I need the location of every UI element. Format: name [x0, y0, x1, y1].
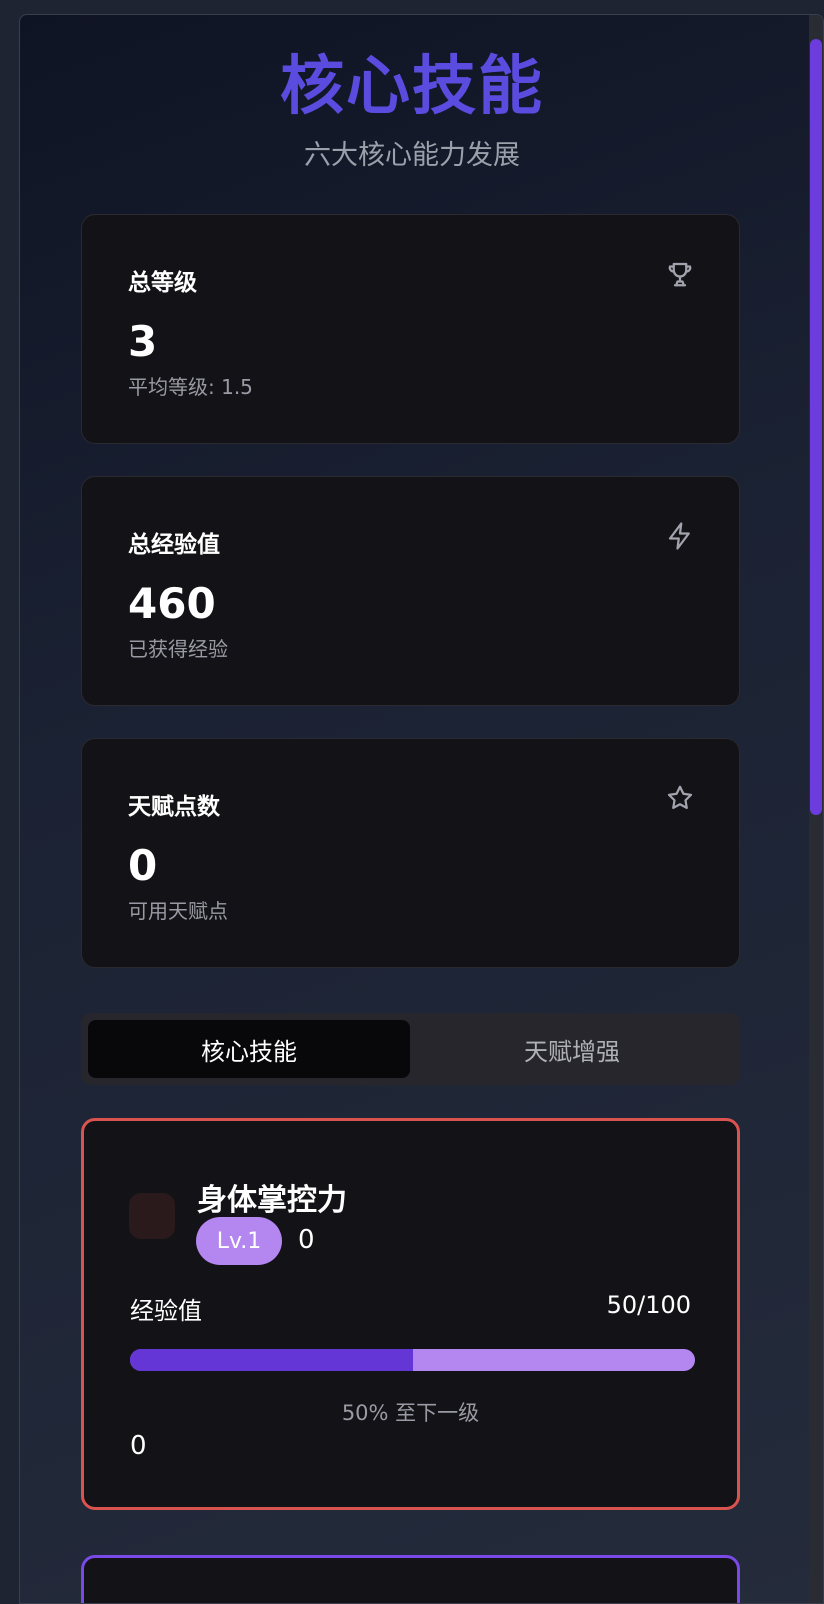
exp-progress-bar — [130, 1349, 695, 1371]
stat-value: 0 — [128, 841, 158, 890]
skill-card[interactable] — [81, 1555, 740, 1603]
stat-label: 天赋点数 — [128, 794, 220, 820]
stat-label: 总经验值 — [128, 532, 220, 558]
skill-icon — [129, 1193, 175, 1239]
stat-value: 3 — [128, 317, 158, 366]
exp-value: 50/100 — [606, 1291, 691, 1319]
stat-sub: 已获得经验 — [128, 637, 228, 661]
stat-card-total-level: 总等级 3 平均等级: 1.5 — [81, 214, 740, 444]
stat-label: 总等级 — [128, 270, 197, 296]
star-icon — [667, 785, 693, 809]
app-frame: 核心技能 六大核心能力发展 总等级 3 平均等级: 1.5 总经验值 460 已… — [19, 14, 824, 1604]
tab-bar: 核心技能 天赋增强 — [81, 1013, 740, 1085]
exp-label: 经验值 — [130, 1297, 202, 1325]
tab-core-skills[interactable]: 核心技能 — [88, 1020, 410, 1078]
skill-name: 身体掌控力 — [197, 1183, 347, 1218]
exp-progress-fill — [130, 1349, 413, 1371]
lightning-icon — [668, 522, 690, 550]
exp-next-level-text: 50% 至下一级 — [341, 1401, 480, 1425]
scrollbar-track[interactable] — [809, 15, 823, 1603]
tab-talent-boost[interactable]: 天赋增强 — [411, 1020, 733, 1078]
trophy-icon — [668, 262, 692, 287]
page-title: 核心技能 — [280, 50, 544, 124]
stat-value: 460 — [128, 579, 216, 628]
skill-card[interactable]: 身体掌控力 Lv.1 0 经验值 50/100 50% 至下一级 0 — [81, 1118, 740, 1510]
stat-card-total-exp: 总经验值 460 已获得经验 — [81, 476, 740, 706]
level-badge: Lv.1 — [196, 1217, 282, 1265]
level-extra-value: 0 — [298, 1225, 315, 1255]
skill-bottom-value: 0 — [130, 1431, 147, 1461]
stat-sub: 平均等级: 1.5 — [128, 375, 253, 399]
page-subtitle: 六大核心能力发展 — [304, 140, 520, 171]
stat-card-talent-points: 天赋点数 0 可用天赋点 — [81, 738, 740, 968]
stat-sub: 可用天赋点 — [128, 899, 228, 923]
scrollbar-thumb[interactable] — [810, 39, 822, 815]
